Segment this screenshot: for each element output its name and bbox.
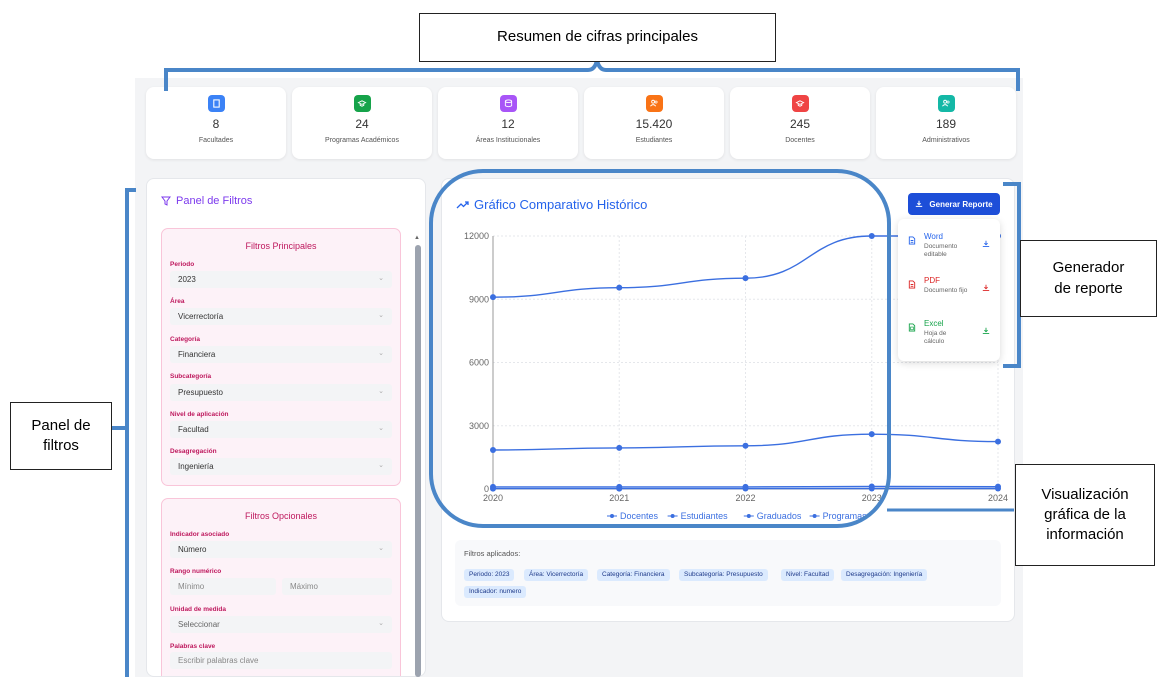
menu-item-word[interactable]: Word Documento editable [908, 232, 994, 268]
data-point [868, 485, 875, 492]
spreadsheet-icon [908, 323, 916, 332]
download-icon[interactable] [982, 284, 990, 292]
legend-marker-dot [812, 514, 817, 518]
filter-tag[interactable]: Área: Vicerrectoría [524, 569, 589, 581]
generate-report-button[interactable]: Generar Reporte [908, 193, 1000, 215]
annotation-filters-line2: filtros [43, 437, 79, 454]
download-icon[interactable] [982, 240, 990, 248]
legend-marker-dot [746, 514, 751, 518]
annotation-summary: Resumen de cifras principales [419, 13, 776, 62]
x-tick-label: 2023 [862, 493, 882, 503]
generate-report-label: Generar Reporte [929, 199, 993, 209]
data-point [616, 485, 623, 492]
y-tick-label: 12000 [464, 231, 489, 241]
y-tick-label: 6000 [469, 358, 489, 368]
annotation-report-line2: de reporte [1054, 279, 1123, 297]
annotation-viz-line1: Visualización [1041, 485, 1129, 503]
menu-item-desc: Hoja de cálculo [924, 330, 947, 346]
filter-tag[interactable]: Subcategoría: Presupuesto [679, 569, 768, 581]
data-point [490, 294, 496, 301]
file-icon [908, 280, 916, 289]
data-point [490, 446, 496, 453]
legend-marker-dot [670, 514, 675, 518]
data-point [742, 485, 749, 492]
applied-filters-label: Filtros aplicados: [464, 549, 521, 558]
x-tick-label: 2024 [988, 493, 1008, 503]
legend-label: Docentes [620, 511, 659, 521]
filter-tag[interactable]: Indicador: numero [464, 586, 527, 598]
annotation-filters-line1: Panel de [31, 416, 91, 434]
data-point [868, 233, 875, 239]
x-tick-label: 2022 [735, 493, 755, 503]
menu-item-desc: Documento editable [924, 243, 958, 259]
report-format-menu: Word Documento editable PDF Documento fi… [898, 219, 1000, 361]
legend-label: Estudiantes [681, 511, 729, 521]
filter-tag[interactable]: Desagregación: Ingeniería [841, 569, 928, 581]
data-point [616, 284, 623, 291]
data-point [868, 431, 875, 438]
applied-filters: Filtros aplicados: Periodo: 2023 Área: V… [455, 540, 1001, 606]
data-point [490, 485, 496, 492]
x-tick-label: 2021 [609, 493, 629, 503]
filter-tag[interactable]: Categoría: Financiera [597, 569, 670, 581]
annotation-summary-text: Resumen de cifras principales [497, 28, 698, 46]
y-tick-label: 3000 [469, 421, 489, 431]
filter-tag[interactable]: Nivel: Facultad [781, 569, 834, 581]
data-point [995, 485, 1001, 492]
annotation-viz-line3: información [1046, 526, 1124, 544]
menu-item-desc: Documento fijo [924, 287, 968, 294]
menu-item-pdf[interactable]: PDF Documento fijo [908, 276, 994, 312]
annotation-report: Generador de reporte [1020, 240, 1157, 317]
legend-label: Programas [823, 511, 868, 521]
menu-item-excel[interactable]: Excel Hoja de cálculo [908, 319, 994, 355]
data-point [742, 275, 749, 282]
menu-item-name: PDF [924, 276, 940, 285]
annotation-report-line1: Generador [1052, 259, 1125, 277]
annotation-viz: Visualización gráfica de la información [1015, 464, 1155, 566]
menu-item-name: Word [924, 232, 943, 241]
file-icon [908, 236, 916, 245]
x-tick-label: 2020 [483, 493, 503, 503]
menu-item-name: Excel [924, 319, 944, 328]
download-icon[interactable] [982, 327, 990, 335]
filter-tag[interactable]: Periodo: 2023 [464, 569, 515, 581]
legend-label: Graduados [757, 511, 802, 521]
annotation-viz-line2: gráfica de la [1044, 505, 1126, 523]
data-point [995, 438, 1001, 445]
annotation-filters: Panel de filtros [10, 402, 112, 470]
data-point [616, 444, 623, 451]
data-point [742, 442, 749, 449]
legend-marker-dot [610, 514, 614, 518]
download-icon [916, 200, 923, 207]
y-tick-label: 9000 [469, 294, 489, 304]
